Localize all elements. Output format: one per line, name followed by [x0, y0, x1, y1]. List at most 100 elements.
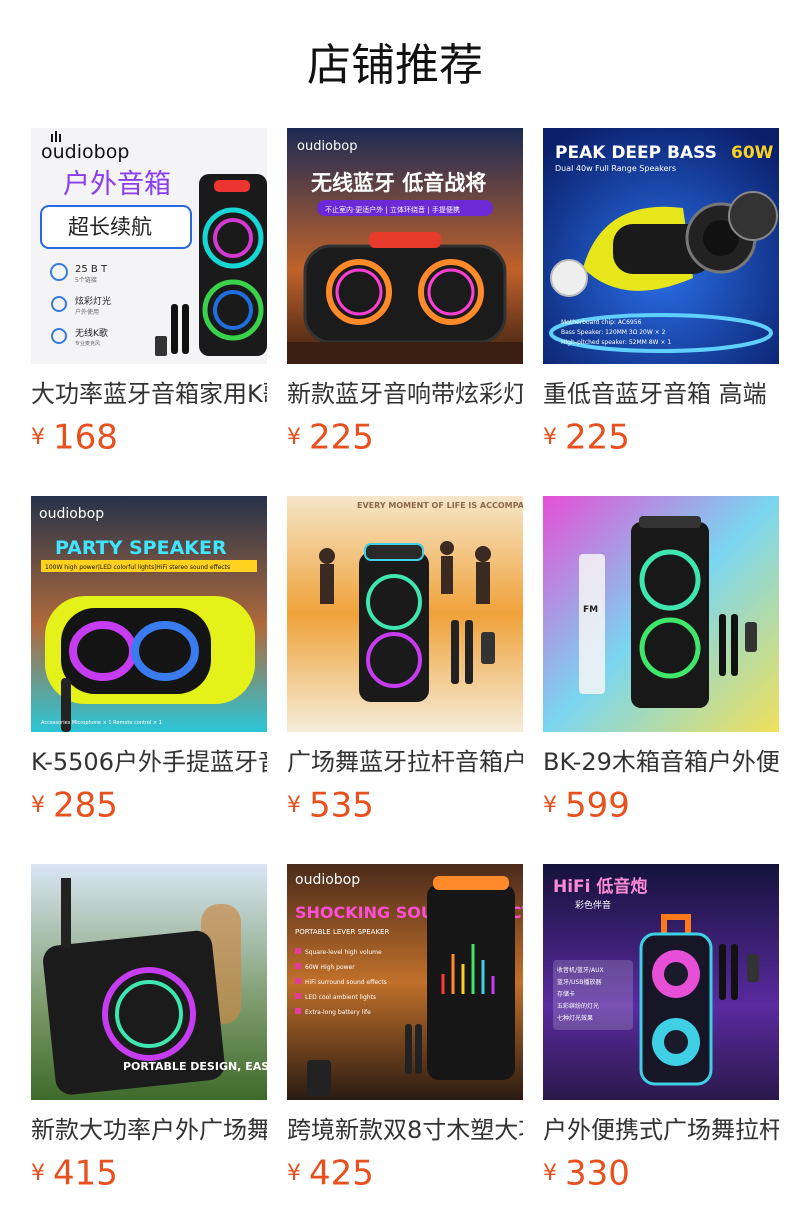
price-value: 415: [53, 1153, 118, 1194]
currency-symbol: ¥: [543, 1160, 557, 1186]
product-image[interactable]: EVERY MOMENT OF LIFE IS ACCOMPANIED BY M…: [287, 496, 523, 732]
svg-text:户外使用: 户外使用: [75, 308, 99, 316]
product-card[interactable]: EVERY MOMENT OF LIFE IS ACCOMPANIED BY M…: [287, 496, 523, 864]
product-name[interactable]: 大功率蓝牙音箱家用K歌: [31, 377, 267, 411]
product-price: ¥285: [31, 785, 267, 826]
price-value: 599: [565, 785, 630, 826]
speaker-image: HiFi 低音炮 彩色伴音 收音机/蓝牙/AUX 蓝牙/USB播放器 存储卡 五…: [543, 864, 779, 1100]
product-price: ¥415: [31, 1153, 267, 1194]
svg-text:oudiobop: oudiobop: [295, 872, 360, 888]
svg-text:不止室内·更适户外 | 立体环绕音 | 手提便携: 不止室内·更适户外 | 立体环绕音 | 手提便携: [325, 205, 460, 214]
svg-text:Bass Speaker: 120MM 3Ω 20W × 2: Bass Speaker: 120MM 3Ω 20W × 2: [561, 329, 666, 336]
product-price: ¥225: [287, 417, 523, 458]
speaker-image: oudiobop 无线蓝牙 低音战将 不止室内·更适户外 | 立体环绕音 | 手…: [287, 128, 523, 364]
price-value: 425: [309, 1153, 374, 1194]
product-image[interactable]: PORTABLE DESIGN, EASY TO CARRY AROUND: [31, 864, 267, 1100]
product-name[interactable]: BK-29木箱音箱户外便携: [543, 745, 779, 779]
product-image[interactable]: oudiobop SHOCKING SOUND EFFECTS PORTABLE…: [287, 864, 523, 1100]
product-name[interactable]: 重低音蓝牙音箱 高端: [543, 377, 779, 411]
speaker-image: PORTABLE DESIGN, EASY TO CARRY AROUND: [31, 864, 267, 1100]
price-value: 225: [565, 417, 630, 458]
svg-text:25 B T: 25 B T: [75, 264, 108, 275]
product-card[interactable]: oudiobop PARTY SPEAKER 100W high power|L…: [31, 496, 267, 864]
svg-text:七种灯光效果: 七种灯光效果: [557, 1014, 593, 1022]
product-name[interactable]: 新款蓝牙音响带炫彩灯: [287, 377, 523, 411]
svg-text:户外音箱: 户外音箱: [63, 169, 171, 200]
svg-text:存储卡: 存储卡: [557, 990, 575, 998]
speaker-image: EVERY MOMENT OF LIFE IS ACCOMPANIED BY M…: [287, 496, 523, 732]
svg-text:oudiobop: oudiobop: [297, 139, 357, 154]
speaker-image: FM: [543, 496, 779, 732]
price-value: 330: [565, 1153, 630, 1194]
currency-symbol: ¥: [287, 792, 301, 818]
product-image[interactable]: oudiobop 户外音箱 超长续航 25 B T 5个链接 炫彩灯光 户外使用…: [31, 128, 267, 364]
svg-text:100W high power|LED colorful l: 100W high power|LED colorful lights|HiFi…: [45, 564, 230, 571]
product-image[interactable]: oudiobop 无线蓝牙 低音战将 不止室内·更适户外 | 立体环绕音 | 手…: [287, 128, 523, 364]
svg-text:60W: 60W: [731, 143, 774, 163]
svg-text:Square-level high volume: Square-level high volume: [305, 949, 382, 956]
product-name[interactable]: K-5506户外手提蓝牙音箱: [31, 745, 267, 779]
svg-text:PARTY SPEAKER: PARTY SPEAKER: [55, 537, 227, 559]
product-card[interactable]: oudiobop 户外音箱 超长续航 25 B T 5个链接 炫彩灯光 户外使用…: [31, 128, 267, 496]
svg-text:PEAK DEEP BASS: PEAK DEEP BASS: [555, 143, 717, 163]
svg-text:蓝牙/USB播放器: 蓝牙/USB播放器: [557, 978, 601, 986]
currency-symbol: ¥: [31, 424, 45, 450]
svg-text:PORTABLE DESIGN, EASY TO CARRY: PORTABLE DESIGN, EASY TO CARRY AROUND: [123, 1060, 267, 1073]
product-image[interactable]: oudiobop PARTY SPEAKER 100W high power|L…: [31, 496, 267, 732]
product-grid: oudiobop 户外音箱 超长续航 25 B T 5个链接 炫彩灯光 户外使用…: [31, 128, 790, 1232]
currency-symbol: ¥: [287, 424, 301, 450]
svg-text:Dual 40w Full Range Speakers: Dual 40w Full Range Speakers: [555, 164, 676, 173]
svg-text:High-pitched speaker: 52MM 8W: High-pitched speaker: 52MM 8W × 1: [561, 339, 671, 346]
svg-text:HiFi 低音炮: HiFi 低音炮: [553, 876, 647, 897]
speaker-image: oudiobop SHOCKING SOUND EFFECTS PORTABLE…: [287, 864, 523, 1100]
product-card[interactable]: HiFi 低音炮 彩色伴音 收音机/蓝牙/AUX 蓝牙/USB播放器 存储卡 五…: [543, 864, 779, 1232]
product-card[interactable]: FM BK-29木箱音箱户外便携 ¥599: [543, 496, 779, 864]
product-name[interactable]: 户外便携式广场舞拉杆: [543, 1113, 779, 1147]
page: 店铺推荐 oudiobop 户外音箱 超长续航 25 B T 5个链接 炫彩灯光…: [0, 0, 790, 1232]
price-value: 285: [53, 785, 118, 826]
svg-text:FM: FM: [583, 605, 598, 615]
product-name[interactable]: 广场舞蓝牙拉杆音箱户外: [287, 745, 523, 779]
svg-text:oudiobop: oudiobop: [39, 506, 104, 522]
svg-text:无线蓝牙 低音战将: 无线蓝牙 低音战将: [311, 171, 486, 195]
product-price: ¥425: [287, 1153, 523, 1194]
product-image[interactable]: HiFi 低音炮 彩色伴音 收音机/蓝牙/AUX 蓝牙/USB播放器 存储卡 五…: [543, 864, 779, 1100]
product-price: ¥168: [31, 417, 267, 458]
product-price: ¥599: [543, 785, 779, 826]
product-name[interactable]: 新款大功率户外广场舞: [31, 1113, 267, 1147]
product-price: ¥225: [543, 417, 779, 458]
svg-text:EVERY MOMENT OF LIFE IS ACCOMP: EVERY MOMENT OF LIFE IS ACCOMPANIED BY M…: [357, 501, 523, 510]
currency-symbol: ¥: [543, 424, 557, 450]
svg-text:Accessories Microphone × 1 Rem: Accessories Microphone × 1 Remote contro…: [41, 720, 162, 726]
svg-text:专业麦克风: 专业麦克风: [75, 340, 100, 347]
svg-text:60W High power: 60W High power: [305, 964, 355, 971]
svg-text:炫彩灯光: 炫彩灯光: [75, 295, 111, 307]
svg-text:彩色伴音: 彩色伴音: [575, 899, 611, 911]
product-card[interactable]: oudiobop 无线蓝牙 低音战将 不止室内·更适户外 | 立体环绕音 | 手…: [287, 128, 523, 496]
product-card[interactable]: oudiobop SHOCKING SOUND EFFECTS PORTABLE…: [287, 864, 523, 1232]
svg-text:PORTABLE LEVER SPEAKER: PORTABLE LEVER SPEAKER: [295, 928, 389, 936]
price-value: 168: [53, 417, 118, 458]
product-image[interactable]: FM: [543, 496, 779, 732]
svg-text:收音机/蓝牙/AUX: 收音机/蓝牙/AUX: [557, 966, 604, 974]
svg-text:LED cool ambient lights: LED cool ambient lights: [305, 994, 376, 1001]
product-price: ¥330: [543, 1153, 779, 1194]
product-card[interactable]: PEAK DEEP BASS 60W Dual 40w Full Range S…: [543, 128, 779, 496]
price-value: 225: [309, 417, 374, 458]
speaker-image: oudiobop 户外音箱 超长续航 25 B T 5个链接 炫彩灯光 户外使用…: [31, 128, 267, 364]
page-title: 店铺推荐: [307, 40, 483, 91]
currency-symbol: ¥: [31, 792, 45, 818]
svg-text:HiFi surround sound effects: HiFi surround sound effects: [305, 979, 387, 986]
product-name[interactable]: 跨境新款双8寸木塑大功率: [287, 1113, 523, 1147]
svg-text:超长续航: 超长续航: [68, 215, 152, 239]
svg-text:Motherboard chip: AC6956: Motherboard chip: AC6956: [561, 319, 642, 326]
speaker-image: PEAK DEEP BASS 60W Dual 40w Full Range S…: [543, 128, 779, 364]
currency-symbol: ¥: [543, 792, 557, 818]
product-price: ¥535: [287, 785, 523, 826]
currency-symbol: ¥: [31, 1160, 45, 1186]
svg-text:5个链接: 5个链接: [75, 276, 97, 284]
product-card[interactable]: PORTABLE DESIGN, EASY TO CARRY AROUND 新款…: [31, 864, 267, 1232]
svg-text:Extra-long battery life: Extra-long battery life: [305, 1009, 371, 1016]
brand-logo: oudiobop: [41, 141, 129, 163]
product-image[interactable]: PEAK DEEP BASS 60W Dual 40w Full Range S…: [543, 128, 779, 364]
